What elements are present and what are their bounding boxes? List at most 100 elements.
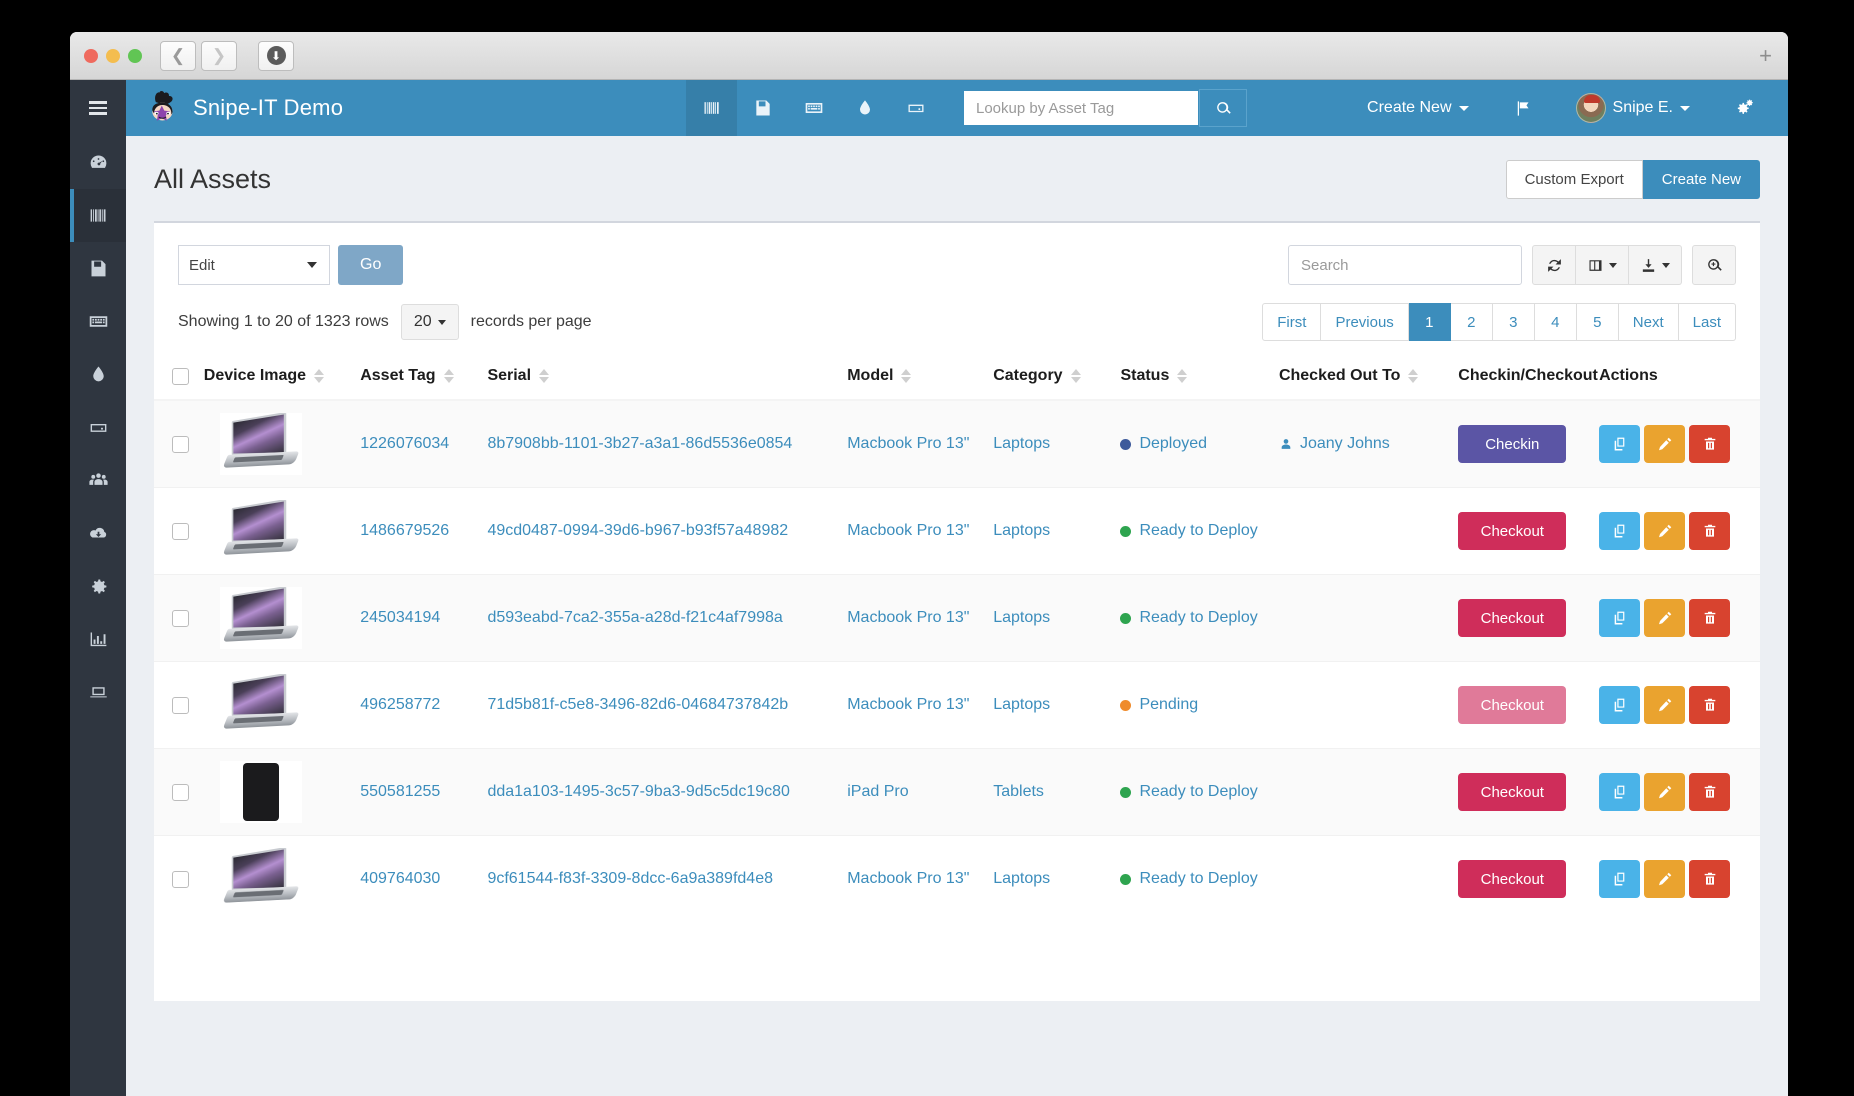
export-button[interactable]: [1629, 245, 1682, 285]
pagination-last[interactable]: Last: [1678, 303, 1736, 341]
settings-menu[interactable]: [1712, 80, 1776, 136]
model-link[interactable]: Macbook Pro 13": [847, 522, 969, 539]
pagination-next[interactable]: Next: [1618, 303, 1679, 341]
sort-toggle-icon[interactable]: [1408, 369, 1419, 383]
sort-toggle-icon[interactable]: [1070, 369, 1081, 383]
column-header-image[interactable]: Device Image: [197, 355, 355, 401]
asset-tag-cell[interactable]: 1486679526: [354, 487, 482, 575]
nav-icon-assets[interactable]: [686, 80, 737, 136]
sidebar-item-requestable[interactable]: [70, 666, 126, 719]
clone-asset-button[interactable]: [1599, 512, 1641, 550]
column-header-category[interactable]: Category: [987, 355, 1115, 401]
model-cell[interactable]: iPad Pro: [841, 748, 988, 836]
brand[interactable]: Snipe-IT Demo: [126, 89, 686, 127]
table-row[interactable]: 550581255 dda1a103-1495-3c57-9ba3-9d5c5dc…: [154, 748, 1760, 836]
edit-asset-button[interactable]: [1644, 512, 1686, 550]
serial-link[interactable]: 49cd0487-0994-39d6-b967-b93f57a48982: [487, 522, 788, 539]
column-header-checked_out_to[interactable]: Checked Out To: [1272, 355, 1453, 401]
row-checkbox[interactable]: [172, 435, 189, 453]
serial-link[interactable]: dda1a103-1495-3c57-9ba3-9d5c5dc19c80: [487, 783, 789, 800]
category-link[interactable]: Laptops: [993, 609, 1050, 626]
category-link[interactable]: Tablets: [993, 783, 1044, 800]
asset-tag-cell[interactable]: 245034194: [354, 574, 482, 662]
sidebar-item-consumables[interactable]: [70, 348, 126, 401]
page-size-select[interactable]: 20: [400, 304, 459, 340]
checkout-button[interactable]: Checkout: [1458, 860, 1567, 898]
model-cell[interactable]: Macbook Pro 13": [841, 487, 988, 575]
delete-asset-button[interactable]: [1689, 773, 1731, 811]
fullscreen-toggle-button[interactable]: [1692, 245, 1736, 285]
chevron-right-icon[interactable]: ❯: [201, 40, 237, 71]
nav-icon-accessories[interactable]: [788, 80, 839, 136]
asset-tag-link[interactable]: 1226076034: [360, 435, 449, 452]
custom-export-button[interactable]: Custom Export: [1505, 160, 1643, 199]
clone-asset-button[interactable]: [1599, 686, 1641, 724]
columns-button[interactable]: [1576, 245, 1629, 285]
category-link[interactable]: Laptops: [993, 522, 1050, 539]
checked-out-user[interactable]: Joany Johns: [1279, 435, 1446, 453]
row-checkbox[interactable]: [172, 696, 189, 714]
go-button[interactable]: Go: [338, 245, 404, 285]
model-cell[interactable]: Macbook Pro 13": [841, 835, 988, 915]
checkout-button[interactable]: Checkout: [1458, 599, 1567, 637]
pagination-3[interactable]: 3: [1492, 303, 1535, 341]
serial-link[interactable]: 8b7908bb-1101-3b27-a3a1-86d5536e0854: [487, 435, 792, 452]
row-checkbox[interactable]: [172, 870, 189, 888]
select-all-checkbox[interactable]: [172, 367, 189, 385]
sidebar-item-import[interactable]: [70, 507, 126, 560]
sort-toggle-icon[interactable]: [539, 369, 550, 383]
sidebar-item-assets[interactable]: [70, 189, 126, 242]
clone-asset-button[interactable]: [1599, 599, 1641, 637]
minimize-window-button[interactable]: [106, 48, 120, 63]
asset-tag-link[interactable]: 245034194: [360, 609, 440, 626]
delete-asset-button[interactable]: [1689, 512, 1731, 550]
asset-tag-cell[interactable]: 1226076034: [354, 400, 482, 488]
pagination-5[interactable]: 5: [1576, 303, 1619, 341]
serial-link[interactable]: 9cf61544-f83f-3309-8dcc-6a9a389fd4e8: [487, 870, 773, 887]
edit-asset-button[interactable]: [1644, 860, 1686, 898]
table-row[interactable]: 245034194 d593eabd-7ca2-355a-a28d-f21c4af…: [154, 574, 1760, 662]
clone-asset-button[interactable]: [1599, 425, 1641, 463]
category-link[interactable]: Laptops: [993, 435, 1050, 452]
asset-tag-link[interactable]: 1486679526: [360, 522, 449, 539]
table-row[interactable]: 496258772 71d5b81f-c5e8-3496-82d6-0468473…: [154, 661, 1760, 749]
nav-icon-consumables[interactable]: [839, 80, 890, 136]
serial-cell[interactable]: d593eabd-7ca2-355a-a28d-f21c4af7998a: [481, 574, 842, 662]
category-cell[interactable]: Laptops: [987, 400, 1115, 488]
sidebar-item-settings[interactable]: [70, 560, 126, 613]
serial-cell[interactable]: 49cd0487-0994-39d6-b967-b93f57a48982: [481, 487, 842, 575]
sort-toggle-icon[interactable]: [1177, 369, 1188, 383]
asset-tag-search-button[interactable]: [1199, 89, 1247, 127]
delete-asset-button[interactable]: [1689, 425, 1731, 463]
table-scroll-area[interactable]: Device Image Asset Tag Serial Model Category…: [154, 355, 1760, 915]
pagination-1[interactable]: 1: [1408, 303, 1451, 341]
category-cell[interactable]: Tablets: [987, 748, 1115, 836]
category-cell[interactable]: Laptops: [987, 487, 1115, 575]
model-link[interactable]: Macbook Pro 13": [847, 435, 969, 452]
asset-tag-link[interactable]: 496258772: [360, 696, 440, 713]
serial-cell[interactable]: 8b7908bb-1101-3b27-a3a1-86d5536e0854: [481, 400, 842, 488]
clone-asset-button[interactable]: [1599, 773, 1641, 811]
checkout-button[interactable]: Checkout: [1458, 773, 1567, 811]
pagination-previous[interactable]: Previous: [1321, 303, 1409, 341]
nav-icon-components[interactable]: [890, 80, 941, 136]
new-tab-button[interactable]: +: [1759, 44, 1772, 67]
serial-cell[interactable]: 9cf61544-f83f-3309-8dcc-6a9a389fd4e8: [481, 835, 842, 915]
model-cell[interactable]: Macbook Pro 13": [841, 400, 988, 488]
create-new-button[interactable]: Create New: [1642, 160, 1760, 199]
row-checkbox[interactable]: [172, 522, 189, 540]
bulk-action-select[interactable]: Edit: [178, 245, 330, 285]
close-window-button[interactable]: [84, 48, 98, 63]
refresh-button[interactable]: [1532, 245, 1576, 285]
checkout-button[interactable]: Checkout: [1458, 686, 1567, 724]
asset-tag-cell[interactable]: 550581255: [354, 748, 482, 836]
asset-tag-link[interactable]: 550581255: [360, 783, 440, 800]
edit-asset-button[interactable]: [1644, 425, 1686, 463]
asset-tag-link[interactable]: 409764030: [360, 870, 440, 887]
delete-asset-button[interactable]: [1689, 860, 1731, 898]
asset-tag-cell[interactable]: 496258772: [354, 661, 482, 749]
category-link[interactable]: Laptops: [993, 696, 1050, 713]
serial-link[interactable]: d593eabd-7ca2-355a-a28d-f21c4af7998a: [487, 609, 782, 626]
sidebar-item-reports[interactable]: [70, 613, 126, 666]
flag-menu[interactable]: [1491, 80, 1554, 136]
